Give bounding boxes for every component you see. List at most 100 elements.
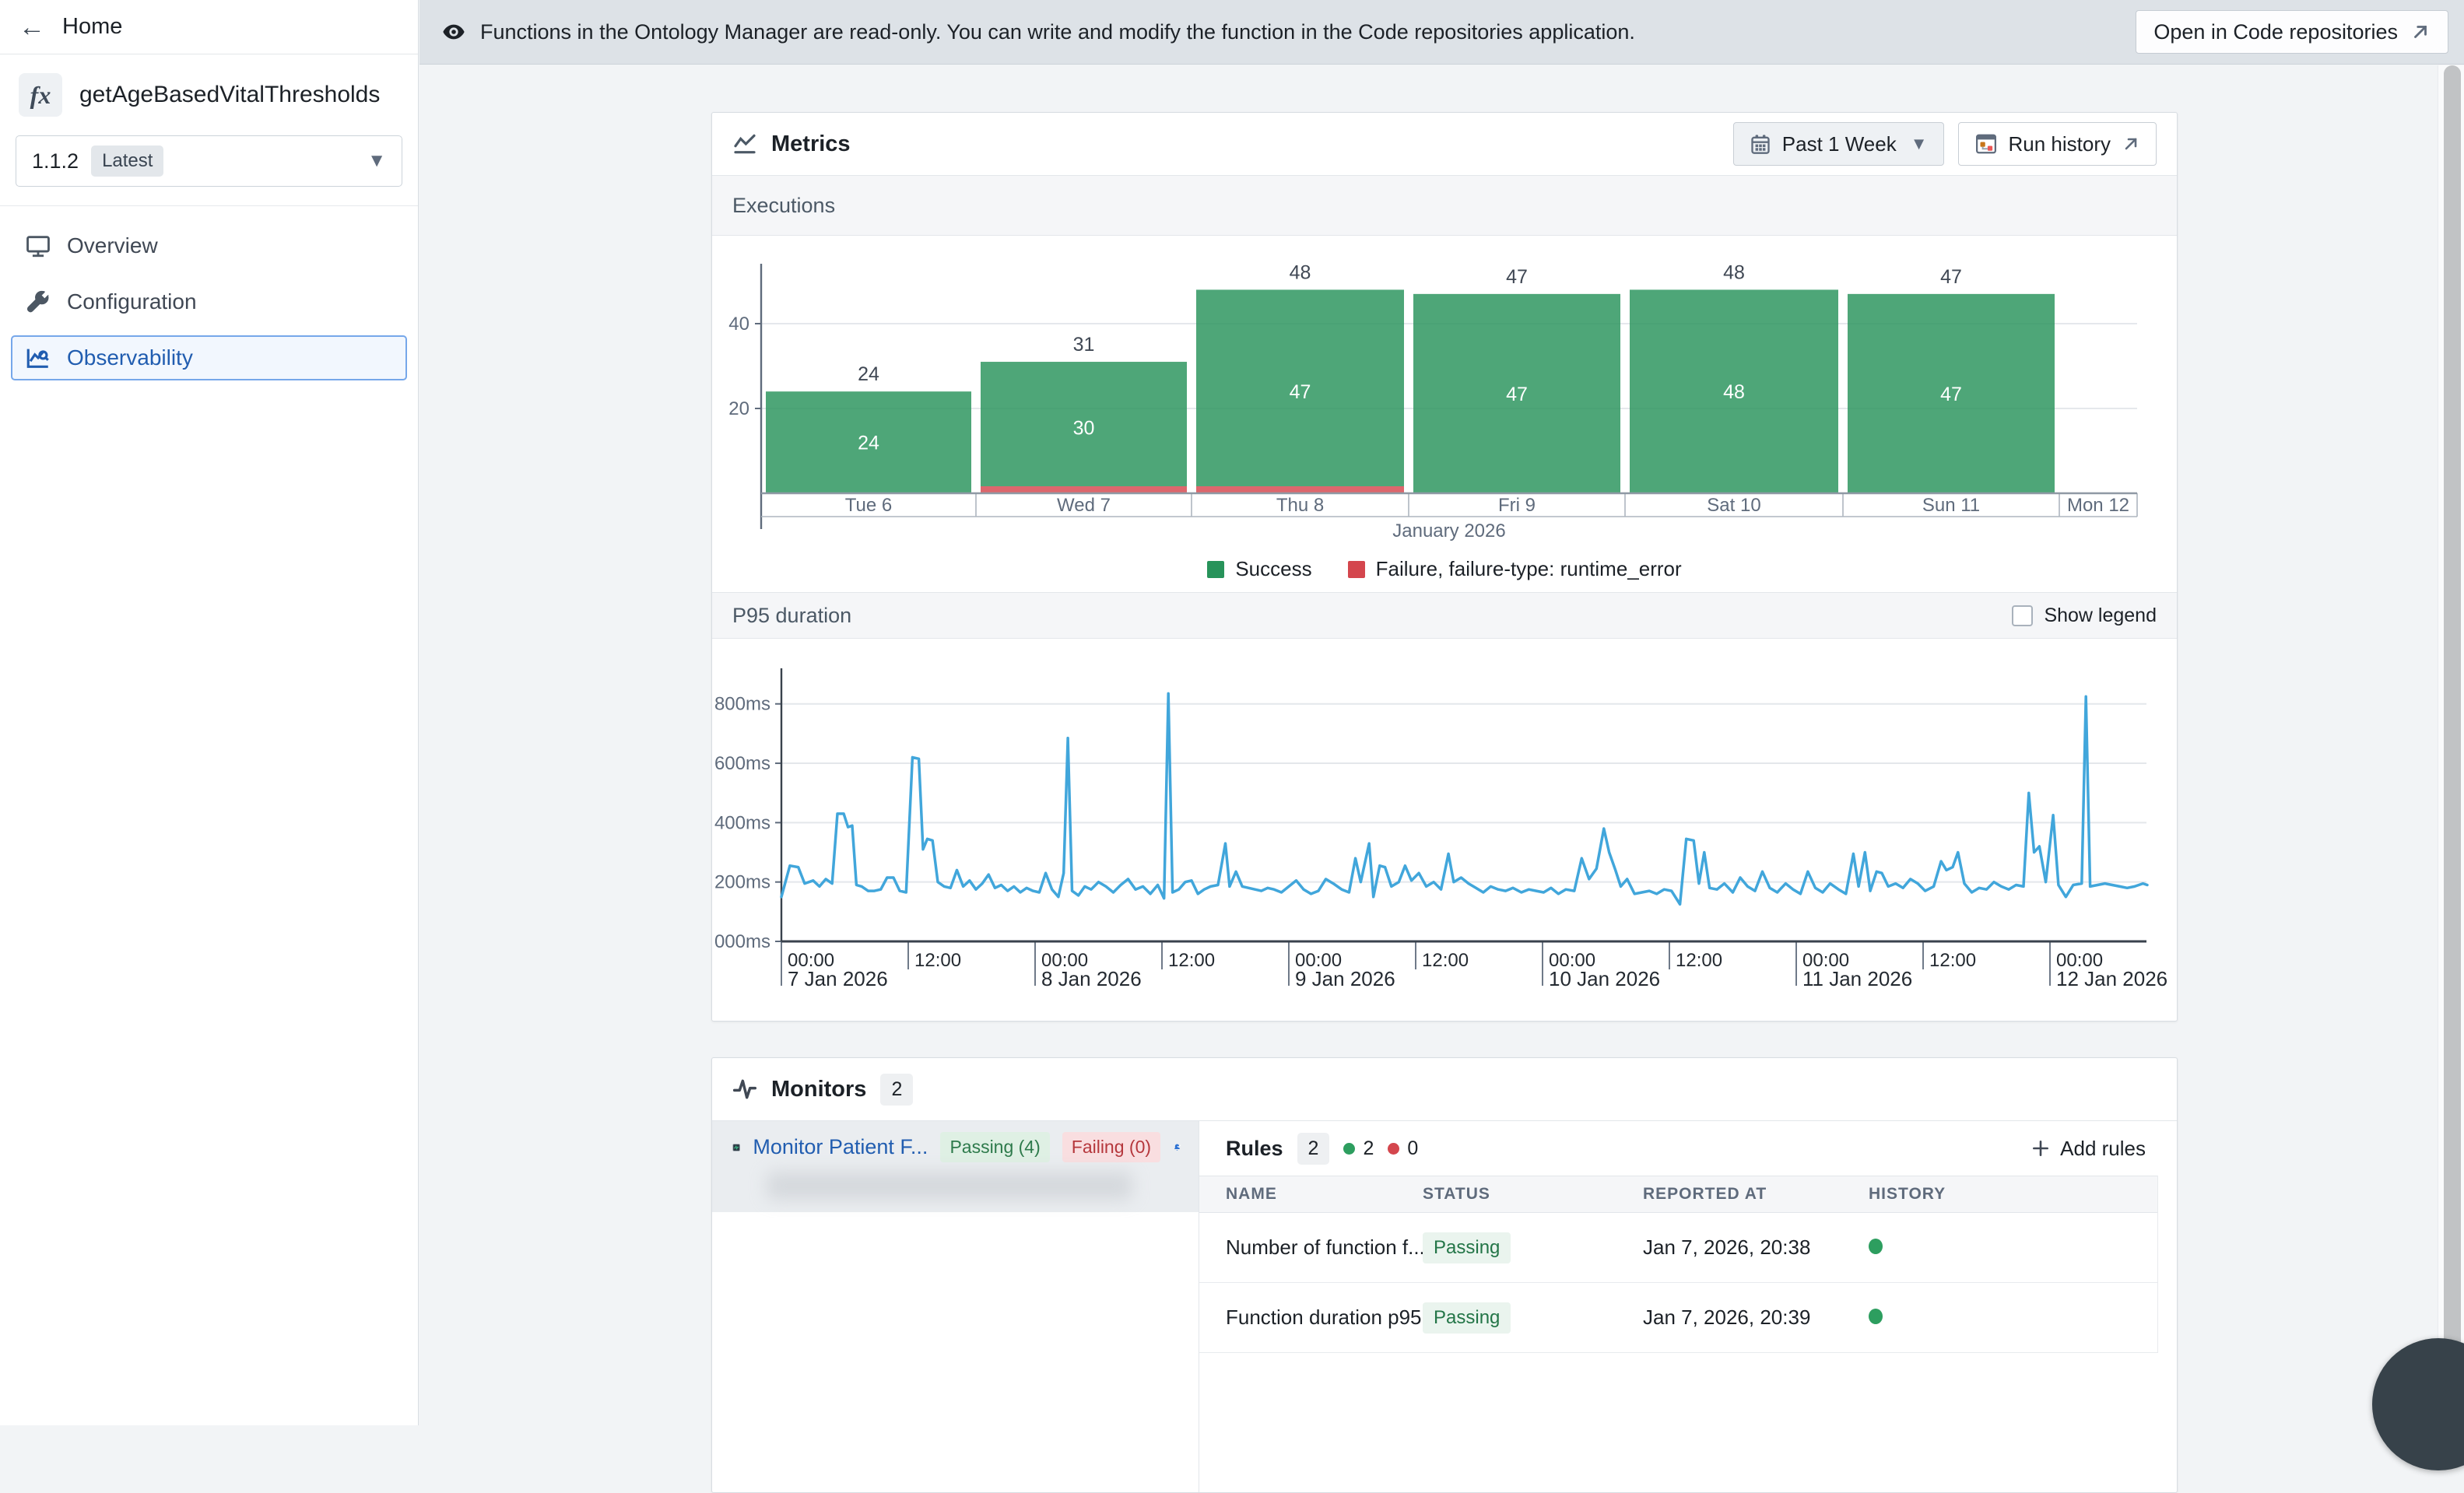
sidebar: ← Home fx getAgeBasedVitalThresholds 1.1… — [0, 0, 419, 1425]
sidebar-item-configuration[interactable]: Configuration — [11, 279, 407, 324]
sidebar-item-label: Configuration — [67, 289, 197, 314]
add-rules-button[interactable]: Add rules — [2023, 1130, 2153, 1167]
svg-text:000ms: 000ms — [714, 931, 770, 952]
sidebar-item-overview[interactable]: Overview — [11, 223, 407, 268]
failing-badge: Failing (0) — [1062, 1132, 1160, 1162]
bell-subscribe-icon[interactable] — [1173, 1134, 1181, 1161]
svg-text:400ms: 400ms — [714, 812, 770, 833]
svg-text:12:00: 12:00 — [1168, 950, 1215, 971]
green-dot-icon — [1343, 1143, 1355, 1155]
monitor-name-link[interactable]: Monitor Patient F... — [753, 1135, 928, 1159]
svg-text:11 Jan 2026: 11 Jan 2026 — [1802, 967, 1912, 990]
p95-line-chart: 000ms200ms400ms600ms800ms00:007 Jan 2026… — [712, 639, 2177, 990]
run-history-button[interactable]: Run history — [1958, 122, 2157, 166]
time-range-label: Past 1 Week — [1782, 132, 1897, 156]
svg-text:31: 31 — [1073, 334, 1095, 356]
read-only-banner: Functions in the Ontology Manager are re… — [419, 0, 2464, 65]
run-history-label: Run history — [2009, 132, 2111, 156]
passing-count: 2 — [1363, 1137, 1374, 1160]
failure-swatch — [1348, 561, 1365, 578]
monitor-list-item[interactable]: Monitor Patient F... Passing (4) Failing… — [712, 1121, 1199, 1212]
svg-text:12 Jan 2026: 12 Jan 2026 — [2056, 967, 2167, 990]
column-header-name: NAME — [1199, 1185, 1423, 1204]
reported-at: Jan 7, 2026, 20:38 — [1643, 1235, 1869, 1260]
show-legend-label: Show legend — [2044, 605, 2157, 627]
red-dot-icon — [1388, 1143, 1399, 1155]
svg-text:48: 48 — [1290, 261, 1311, 283]
sidebar-item-observability[interactable]: Observability — [11, 335, 407, 380]
svg-text:10 Jan 2026: 10 Jan 2026 — [1549, 967, 1660, 990]
home-nav[interactable]: ← Home — [0, 0, 418, 54]
external-link-icon — [2410, 22, 2431, 42]
svg-text:20: 20 — [728, 398, 749, 419]
help-widget-button[interactable] — [2372, 1338, 2464, 1470]
scrollbar-thumb[interactable] — [2444, 65, 2461, 1388]
chevron-down-icon: ▼ — [367, 150, 386, 172]
success-swatch — [1207, 561, 1224, 578]
metrics-title: Metrics — [771, 131, 851, 157]
back-arrow-icon[interactable]: ← — [19, 14, 45, 40]
eye-icon — [441, 19, 466, 44]
reported-at: Jan 7, 2026, 20:39 — [1643, 1305, 1869, 1330]
add-rules-label: Add rules — [2060, 1137, 2146, 1161]
svg-text:40: 40 — [728, 314, 749, 335]
version-latest-badge: Latest — [91, 145, 163, 177]
external-link-icon — [2122, 135, 2140, 153]
time-range-dropdown[interactable]: Past 1 Week ▼ — [1733, 122, 1944, 166]
monitor-list: Monitor Patient F... Passing (4) Failing… — [712, 1121, 1199, 1492]
svg-text:8 Jan 2026: 8 Jan 2026 — [1041, 967, 1142, 990]
rule-row[interactable]: Function duration p95 Passing Jan 7, 202… — [1199, 1283, 2157, 1353]
run-history-icon — [1974, 132, 1998, 156]
rules-table-header: NAME STATUS REPORTED AT HISTORY — [1199, 1176, 2157, 1213]
svg-text:600ms: 600ms — [714, 753, 770, 774]
column-header-history: HISTORY — [1869, 1185, 2157, 1204]
svg-text:Wed 7: Wed 7 — [1057, 495, 1111, 516]
legend-item-success[interactable]: Success — [1207, 557, 1311, 581]
executions-bar-chart: 20402424Tue 63130Wed 74847Thu 84747Fri 9… — [712, 236, 2177, 545]
scrollbar-track — [2438, 65, 2464, 1425]
rules-count-badge: 2 — [1297, 1133, 1330, 1165]
svg-text:47: 47 — [1506, 266, 1528, 288]
timeline-chart-icon — [732, 131, 757, 156]
svg-text:Fri 9: Fri 9 — [1498, 495, 1536, 516]
chevron-down-icon: ▼ — [1911, 134, 1928, 154]
svg-text:30: 30 — [1073, 418, 1095, 440]
legend-label: Success — [1235, 557, 1311, 581]
history-dot-icon — [1869, 1239, 1883, 1254]
svg-text:12:00: 12:00 — [914, 950, 961, 971]
monitors-count-badge: 2 — [880, 1074, 913, 1106]
version-number: 1.1.2 — [32, 149, 79, 173]
redacted-text — [767, 1172, 1132, 1200]
open-in-code-repositories-button[interactable]: Open in Code repositories — [2136, 10, 2448, 54]
home-label: Home — [62, 14, 122, 40]
failing-count: 0 — [1407, 1137, 1418, 1160]
function-icon: fx — [19, 73, 62, 117]
pulse-icon — [732, 1077, 757, 1102]
svg-text:47: 47 — [1940, 266, 1962, 288]
svg-text:47: 47 — [1506, 384, 1528, 405]
svg-text:Thu 8: Thu 8 — [1276, 495, 1324, 516]
rules-failing-count: 0 — [1388, 1137, 1418, 1160]
rule-name: Function duration p95 — [1199, 1305, 1423, 1330]
banner-message: Functions in the Ontology Manager are re… — [480, 20, 1635, 44]
version-select[interactable]: 1.1.2 Latest ▼ — [16, 135, 402, 187]
calendar-icon — [1750, 133, 1771, 155]
svg-text:Mon 12: Mon 12 — [2067, 495, 2129, 516]
show-legend-checkbox[interactable] — [2012, 605, 2033, 626]
wrench-icon — [25, 289, 51, 315]
svg-text:48: 48 — [1723, 381, 1745, 403]
rules-title: Rules — [1226, 1137, 1283, 1161]
legend-item-failure[interactable]: Failure, failure-type: runtime_error — [1348, 557, 1682, 581]
column-header-reported-at: REPORTED AT — [1643, 1185, 1869, 1204]
svg-text:7 Jan 2026: 7 Jan 2026 — [788, 967, 888, 990]
monitor-view-icon — [732, 1135, 740, 1160]
column-header-status: STATUS — [1423, 1185, 1643, 1204]
sidebar-item-label: Overview — [67, 233, 158, 258]
svg-text:9 Jan 2026: 9 Jan 2026 — [1295, 967, 1395, 990]
open-in-code-repositories-label: Open in Code repositories — [2153, 20, 2398, 44]
monitors-title: Monitors — [771, 1077, 866, 1102]
svg-text:800ms: 800ms — [714, 694, 770, 715]
rule-row[interactable]: Number of function f... Passing Jan 7, 2… — [1199, 1213, 2157, 1283]
svg-text:Tue 6: Tue 6 — [845, 495, 892, 516]
svg-text:12:00: 12:00 — [1929, 950, 1976, 971]
